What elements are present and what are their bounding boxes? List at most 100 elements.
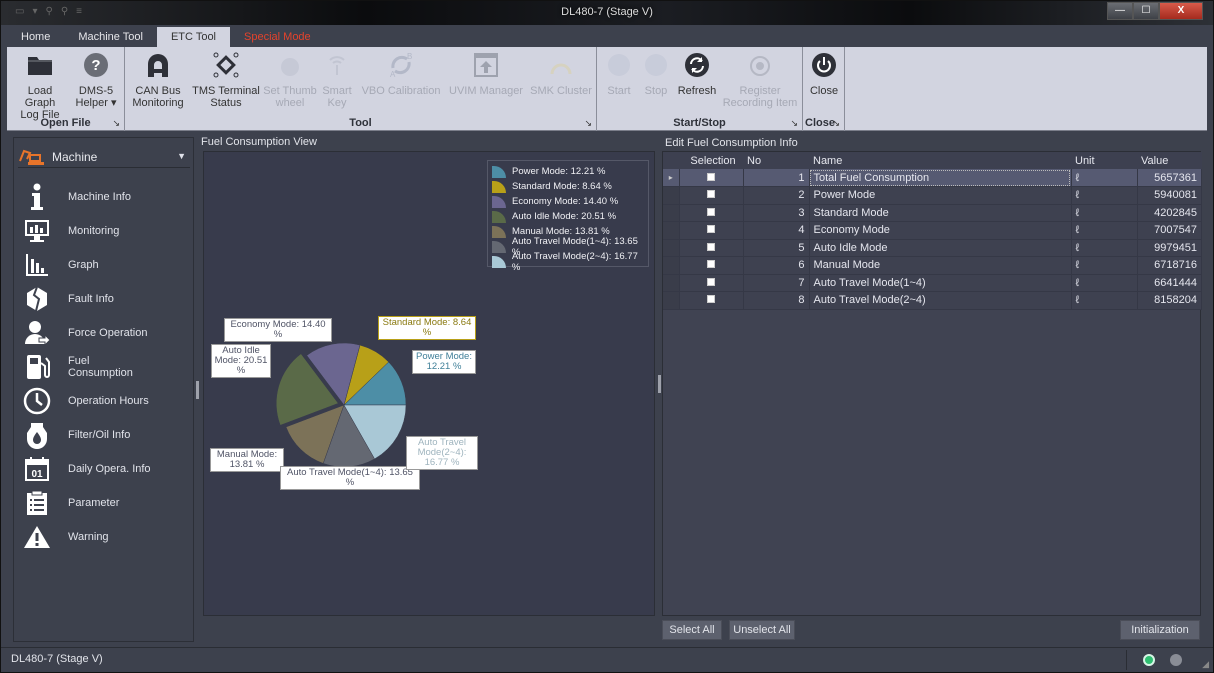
sidebar-item-parameter[interactable]: Parameter <box>22 488 192 518</box>
label: Stop <box>644 85 668 97</box>
panel-splitter[interactable] <box>658 375 661 393</box>
oil-drop-icon <box>22 420 52 450</box>
sidebar-item-machine-info[interactable]: Machine Info <box>22 182 192 212</box>
dialog-launcher-icon[interactable]: ↘ <box>584 118 592 129</box>
sidebar-item-graph[interactable]: Graph <box>22 250 192 280</box>
table-row[interactable]: 7 Auto Travel Mode(1~4) ℓ 6641444 <box>663 274 1202 292</box>
row-header[interactable] <box>663 239 680 257</box>
fuel-pump-icon <box>22 352 52 382</box>
table-row[interactable]: 4 Economy Mode ℓ 7007547 <box>663 221 1202 240</box>
sidebar-item-warning[interactable]: Warning <box>22 522 192 552</box>
data-label-callout: Auto Idle Mode: 20.51 % <box>211 344 271 378</box>
stop-button[interactable]: Stop <box>639 51 673 97</box>
dialog-launcher-icon[interactable]: ↘ <box>790 118 798 129</box>
dialog-launcher-icon[interactable]: ↘ <box>832 118 840 129</box>
table-row[interactable]: 8 Auto Travel Mode(2~4) ℓ 8158204 <box>663 291 1202 310</box>
close-window-button[interactable]: X <box>1159 2 1203 20</box>
ribbon-tabs: Home Machine Tool ETC Tool Special Mode <box>7 27 325 47</box>
tms-terminal-status-button[interactable]: TMS Terminal Status <box>191 51 261 109</box>
smart-key-button[interactable]: Smart Key <box>319 51 355 109</box>
sidebar-item-force-operation[interactable]: Force Operation <box>22 318 192 348</box>
chart-panel-title: Fuel Consumption View <box>201 136 317 148</box>
svg-text:?: ? <box>91 57 100 74</box>
sidebar-item-fault-info[interactable]: Fault Info <box>22 284 192 314</box>
data-label-callout: Standard Mode: 8.64 % <box>378 316 476 340</box>
selection-checkbox-cell <box>679 204 744 222</box>
sidebar-item-fuel-consumption[interactable]: Fuel Consumption <box>22 352 192 382</box>
selection-checkbox[interactable] <box>707 277 715 286</box>
can-bus-monitoring-button[interactable]: CAN Bus Monitoring <box>129 51 187 109</box>
folder-icon <box>26 51 54 79</box>
sidebar-item-monitoring[interactable]: Monitoring <box>22 216 192 246</box>
row-header[interactable] <box>663 204 680 222</box>
column-header-selection[interactable]: Selection <box>679 152 743 169</box>
selection-checkbox[interactable] <box>707 190 715 199</box>
selection-checkbox[interactable] <box>707 295 715 304</box>
column-header-name[interactable]: Name <box>809 152 1071 169</box>
selection-checkbox[interactable] <box>707 207 715 216</box>
legend-label: Power Mode: 12.21 % <box>512 166 606 177</box>
table-row[interactable]: 6 Manual Mode ℓ 6718716 <box>663 256 1202 275</box>
svg-text:B: B <box>407 52 412 61</box>
column-header-no[interactable]: No <box>743 152 809 169</box>
table-row[interactable]: 2 Power Mode ℓ 5940081 <box>663 186 1202 205</box>
chevron-down-icon[interactable]: ▼ <box>177 151 186 161</box>
close-button[interactable]: Close <box>805 51 843 97</box>
cell-unit: ℓ <box>1071 274 1138 292</box>
group-label-open-file: Open File <box>40 117 91 129</box>
maximize-button[interactable]: ☐ <box>1133 2 1159 20</box>
sidebar-item-operation-hours[interactable]: Operation Hours <box>22 386 192 416</box>
sidebar-splitter[interactable] <box>196 381 199 399</box>
main-body: Machine ▼ Machine Info Monitoring Graph … <box>7 132 1207 647</box>
cell-no: 1 <box>743 169 810 187</box>
initialization-button[interactable]: Initialization <box>1120 620 1200 640</box>
thumbwheel-icon <box>276 51 304 79</box>
tab-special-mode[interactable]: Special Mode <box>230 27 325 47</box>
row-header[interactable] <box>663 221 680 240</box>
table-row[interactable]: 3 Standard Mode ℓ 4202845 <box>663 204 1202 222</box>
cell-no: 8 <box>743 291 810 310</box>
column-header-value[interactable]: Value <box>1137 152 1202 169</box>
table-row[interactable]: 5 Auto Idle Mode ℓ 9979451 <box>663 239 1202 257</box>
dialog-launcher-icon[interactable]: ↘ <box>112 118 120 129</box>
upload-window-icon <box>472 51 500 79</box>
load-graph-log-file-button[interactable]: Load Graph Log File <box>11 51 69 121</box>
dms5-helper-button[interactable]: ? DMS-5 Helper ▾ <box>69 51 123 109</box>
row-header[interactable] <box>663 291 680 310</box>
refresh-button[interactable]: Refresh <box>675 51 719 97</box>
legend-item: Auto Idle Mode: 20.51 % <box>492 209 616 224</box>
sidebar-header-machine[interactable]: Machine ▼ <box>18 146 190 168</box>
row-header[interactable] <box>663 256 680 275</box>
selection-checkbox[interactable] <box>707 172 715 181</box>
resize-grip-icon[interactable]: ◢ <box>1202 659 1209 670</box>
sidebar-item-filter-oil-info[interactable]: Filter/Oil Info <box>22 420 192 450</box>
label: Status <box>210 97 242 109</box>
label: Register <box>739 85 781 97</box>
smk-cluster-button[interactable]: SMK Cluster <box>529 51 593 97</box>
set-thumbwheel-button[interactable]: Set Thumb wheel <box>263 51 317 109</box>
tab-machine-tool[interactable]: Machine Tool <box>64 27 157 47</box>
legend-swatch <box>492 255 506 268</box>
selection-checkbox[interactable] <box>707 260 715 269</box>
group-label-tool: Tool <box>349 117 372 129</box>
unselect-all-button[interactable]: Unselect All <box>729 620 795 640</box>
uvim-manager-button[interactable]: UVIM Manager <box>447 51 525 97</box>
label: Key <box>327 97 347 109</box>
tab-etc-tool[interactable]: ETC Tool <box>156 27 231 47</box>
tab-home[interactable]: Home <box>7 27 64 47</box>
row-header[interactable] <box>663 186 680 205</box>
table-row[interactable]: ▸ 1 Total Fuel Consumption ℓ 5657361 <box>663 169 1202 187</box>
selection-checkbox[interactable] <box>707 242 715 251</box>
sidebar-item-label: Fault Info <box>68 293 114 305</box>
row-header[interactable]: ▸ <box>663 169 680 187</box>
sidebar-item-daily-opera-info[interactable]: 01 Daily Opera. Info <box>22 454 192 484</box>
row-header[interactable] <box>663 274 680 292</box>
start-button[interactable]: Start <box>601 51 637 97</box>
select-all-button[interactable]: Select All <box>662 620 722 640</box>
vbo-calibration-button[interactable]: BA VBO Calibration <box>361 51 441 97</box>
cell-value: 6718716 <box>1137 256 1202 275</box>
column-header-unit[interactable]: Unit <box>1071 152 1137 169</box>
minimize-button[interactable]: — <box>1107 2 1133 20</box>
selection-checkbox[interactable] <box>707 225 715 234</box>
register-recording-item-button[interactable]: Register Recording Item <box>721 51 799 109</box>
